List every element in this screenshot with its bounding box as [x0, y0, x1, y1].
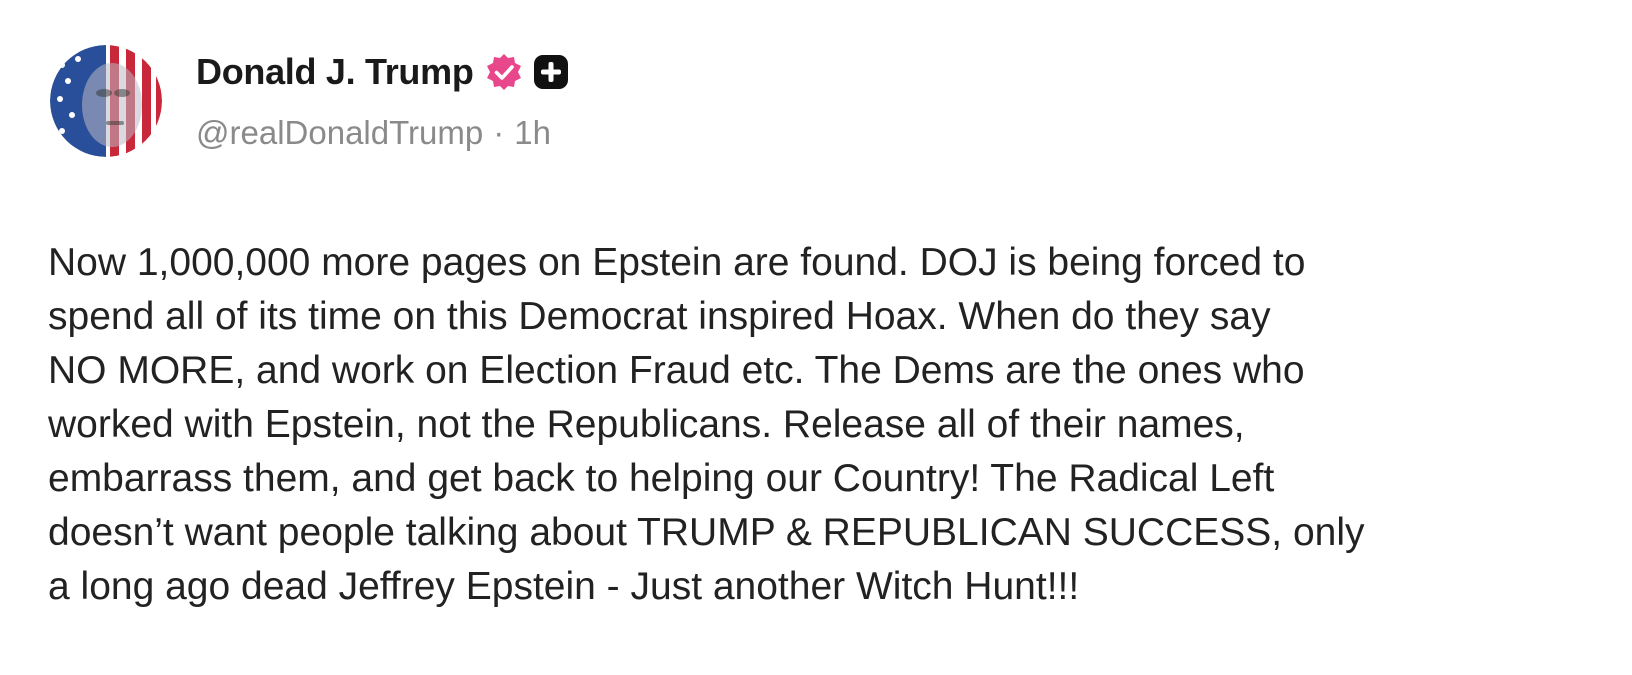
- post-timestamp[interactable]: 1h: [514, 114, 551, 152]
- author-name-row: Donald J. Trump: [196, 50, 570, 94]
- author-display-name[interactable]: Donald J. Trump: [196, 51, 474, 93]
- verified-badge-icon: [484, 52, 524, 92]
- author-handle[interactable]: @realDonaldTrump: [196, 114, 483, 152]
- post-body-text: Now 1,000,000 more pages on Epstein are …: [48, 241, 1365, 608]
- avatar[interactable]: [50, 45, 162, 157]
- plus-badge-icon: [532, 53, 570, 91]
- post-card: Donald J. Trump @realDonaldTrump · 1h No…: [0, 0, 1632, 675]
- author-meta-row: @realDonaldTrump · 1h: [196, 114, 551, 152]
- flag-portrait-avatar-icon: [50, 45, 162, 157]
- meta-separator: ·: [493, 114, 505, 151]
